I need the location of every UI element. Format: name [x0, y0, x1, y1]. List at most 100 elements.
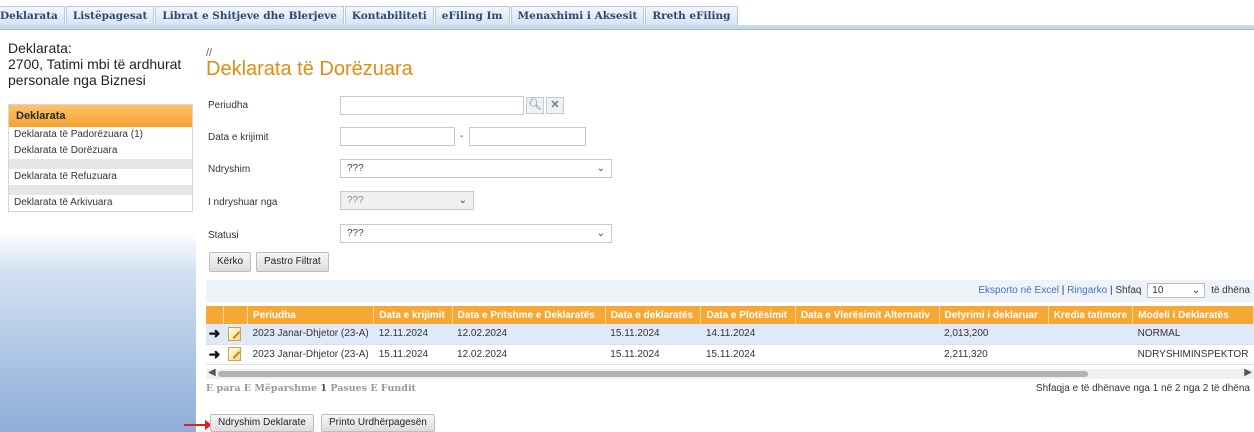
prev-page-link[interactable]: E Mëparshme: [244, 383, 317, 394]
first-page-link[interactable]: E para: [206, 383, 241, 394]
tab-kontabiliteti[interactable]: Kontabiliteti: [344, 6, 434, 25]
scroll-left-icon[interactable]: ◀: [208, 367, 216, 378]
sidebar-menu-header: Deklarata: [9, 105, 192, 127]
grid-toolbar-actions: Eksporto në Excel | Ringarko | Shfaq 10 ⌄…: [978, 280, 1250, 302]
toolbar-separator: |: [1061, 285, 1065, 296]
chevron-down-icon: ⌄: [458, 195, 467, 206]
cell-model: NORMAL: [1132, 324, 1254, 345]
col-header-credit[interactable]: Kredia tatimore: [1048, 306, 1134, 324]
col-header-completed[interactable]: Data e Plotësimit: [700, 306, 796, 324]
col-header-liability[interactable]: Detyrimi i deklaruar: [939, 306, 1049, 324]
cell-model: NDRYSHIMINSPEKTOR: [1132, 344, 1254, 365]
col-header-created[interactable]: Data e krijimit: [373, 306, 453, 324]
col-header-declared[interactable]: Data e deklaratës: [605, 306, 702, 324]
cell-alternative: [795, 344, 939, 365]
edit-icon[interactable]: [228, 347, 241, 361]
show-label: Shfaq: [1115, 285, 1142, 296]
chevron-down-icon: ⌄: [1191, 284, 1201, 296]
created-from-input[interactable]: [340, 127, 455, 146]
export-excel-link[interactable]: Eksporto në Excel: [978, 285, 1059, 296]
next-page-link[interactable]: Pasues: [330, 383, 367, 394]
tab-deklarata[interactable]: Deklarata: [0, 6, 65, 25]
chevron-down-icon: ⌄: [596, 163, 605, 174]
tab-efiling-im[interactable]: eFiling Im: [434, 6, 510, 25]
col-header-arrow: [206, 306, 224, 324]
col-header-expected[interactable]: Data e Pritshme e Deklaratës: [452, 306, 606, 324]
sidebar-menu: Deklarata Deklarata të Padorëzuara (1) D…: [8, 104, 193, 212]
status-label: Statusi: [208, 230, 239, 241]
status-select[interactable]: ??? ⌄: [340, 224, 612, 243]
data-suffix-label: të dhëna: [1211, 285, 1250, 296]
period-input[interactable]: [340, 96, 524, 115]
col-header-alternative[interactable]: Data e Vlerësimit Alternativ: [795, 306, 940, 324]
created-to-input[interactable]: [469, 127, 586, 146]
last-page-link[interactable]: E Fundit: [370, 383, 416, 394]
change-select[interactable]: ??? ⌄: [340, 159, 612, 178]
records-summary: Shfaqja e të dhënave nga 1 në 2 nga 2 të…: [1035, 383, 1250, 394]
changed-by-label: I ndryshuar nga: [208, 197, 278, 208]
cell-completed: 14.11.2024: [700, 324, 796, 345]
cell-created: 12.11.2024: [373, 324, 453, 345]
sidebar: Deklarata: 2700, Tatimi mbi të ardhurat …: [0, 32, 196, 432]
page-size-value: 10: [1152, 284, 1164, 296]
refresh-link[interactable]: Ringarko: [1067, 285, 1107, 296]
page-size-select[interactable]: 10 ⌄: [1147, 282, 1206, 298]
status-select-value: ???: [347, 228, 364, 239]
cell-expected: 12.02.2024: [452, 324, 606, 345]
date-range-dash: -: [460, 131, 464, 142]
edit-icon[interactable]: [228, 326, 241, 341]
cell-declared: 15.11.2024: [605, 344, 701, 365]
top-navigation: Deklarata Listëpagesat Librat e Shitjeve…: [0, 0, 1254, 30]
tab-rreth-efiling[interactable]: Rreth eFiling: [645, 6, 738, 25]
sidebar-item-refuzuara[interactable]: Deklarata të Refuzuara: [9, 169, 192, 185]
pagination: E para E Mëparshme 1 Pasues E Fundit: [206, 383, 416, 394]
tab-menaxhimi-aksesit[interactable]: Menaxhimi i Aksesit: [510, 6, 645, 25]
page-title: Deklarata të Dorëzuara: [206, 58, 413, 80]
clear-icon[interactable]: ✕: [546, 97, 564, 114]
cell-created: 15.11.2024: [373, 344, 453, 365]
clear-filters-button[interactable]: Pastro Filtrat: [256, 252, 329, 272]
toolbar-separator: |: [1109, 285, 1113, 296]
tab-librat[interactable]: Librat e Shitjeve dhe Blerjeve: [155, 6, 344, 25]
row-arrow-icon[interactable]: ➜: [206, 344, 223, 365]
change-label: Ndryshim: [208, 164, 251, 175]
table-row[interactable]: ➜ 2023 Janar-Dhjetor (23-A) 12.11.2024 1…: [206, 324, 1254, 345]
scroll-right-icon[interactable]: ▶: [1244, 367, 1252, 378]
declarations-table: Periudha Data e krijimit Data e Pritshme…: [206, 306, 1254, 365]
cell-period: 2023 Janar-Dhjetor (23-A): [247, 324, 374, 345]
scrollbar-thumb[interactable]: [218, 371, 1088, 377]
cell-alternative: [795, 324, 939, 345]
cell-liability: 2,211,320: [939, 344, 1049, 365]
nav-underline-bar: [0, 25, 1254, 30]
red-pointer-arrow-icon: [184, 420, 212, 430]
sidebar-item-dorezuara[interactable]: Deklarata të Dorëzuara: [9, 143, 192, 159]
tab-listepagesat[interactable]: Listëpagesat: [65, 6, 155, 25]
cell-period: 2023 Janar-Dhjetor (23-A): [247, 344, 374, 365]
sidebar-divider: [9, 159, 192, 169]
search-icon[interactable]: 🔍︎: [526, 97, 544, 114]
change-declaration-button[interactable]: Ndryshim Deklarate: [210, 414, 314, 432]
changed-by-select[interactable]: ??? ⌄: [340, 191, 474, 210]
row-arrow-icon[interactable]: ➜: [206, 324, 223, 345]
changed-by-select-value: ???: [347, 195, 364, 206]
grid-toolbar: Eksporto në Excel | Ringarko | Shfaq 10 ⌄…: [206, 280, 1254, 302]
cell-credit: [1048, 324, 1133, 345]
print-payment-order-button[interactable]: Printo Urdhërpagesën: [321, 414, 435, 432]
sidebar-item-arkivuara[interactable]: Deklarata të Arkivuara: [9, 195, 192, 211]
sidebar-title-subtitle: 2700, Tatimi mbi të ardhurat personale n…: [8, 56, 182, 88]
main-menu: Deklarata Listëpagesat Librat e Shitjeve…: [0, 6, 739, 25]
col-header-model[interactable]: Modeli i Deklaratës: [1132, 306, 1254, 324]
current-page: 1: [320, 383, 328, 394]
row-edit-cell: [223, 324, 248, 345]
chevron-down-icon: ⌄: [596, 228, 605, 239]
sidebar-item-padorezuara[interactable]: Deklarata të Padorëzuara (1): [9, 127, 192, 143]
col-header-period[interactable]: Periudha: [247, 306, 375, 324]
cell-declared: 15.11.2024: [605, 324, 701, 345]
table-row[interactable]: ➜ 2023 Janar-Dhjetor (23-A) 15.11.2024 1…: [206, 344, 1254, 365]
cell-expected: 12.02.2024: [452, 344, 606, 365]
sidebar-title: Deklarata: 2700, Tatimi mbi të ardhurat …: [8, 40, 194, 88]
search-button[interactable]: Kërko: [209, 252, 252, 272]
cell-liability: 2,013,200: [939, 324, 1049, 345]
horizontal-scrollbar[interactable]: ◀ ▶: [206, 367, 1254, 379]
table-header-row: Periudha Data e krijimit Data e Pritshme…: [206, 306, 1254, 324]
